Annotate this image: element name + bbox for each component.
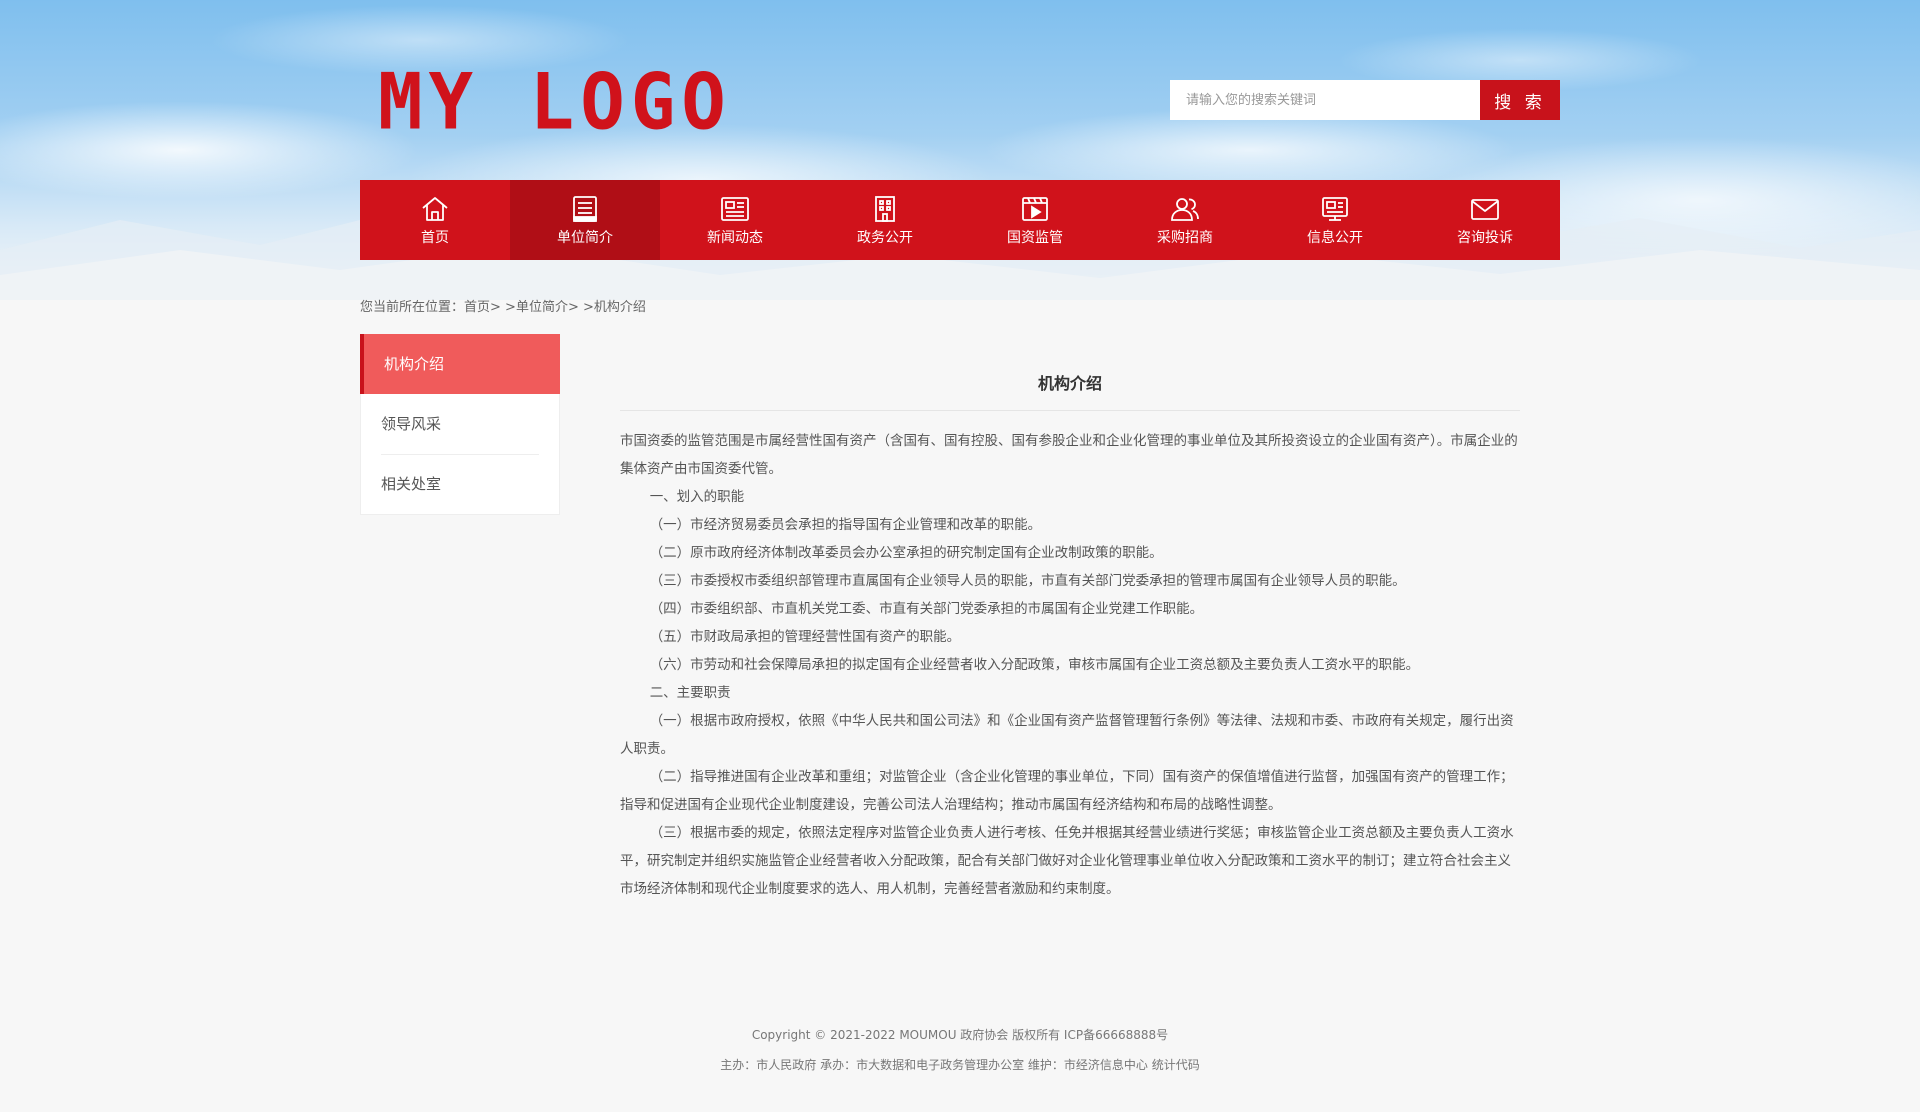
- footer-credits: 主办：市人民政府 承办：市大数据和电子政务管理办公室 维护：市经济信息中心 统计…: [720, 1058, 1200, 1072]
- breadcrumb-separator: > >: [490, 300, 516, 315]
- article-paragraph: （三）市委授权市委组织部管理市直属国有企业领导人员的职能，市直有关部门党委承担的…: [649, 573, 1406, 589]
- article-paragraph: （五）市财政局承担的管理经营性国有资产的职能。: [649, 629, 961, 645]
- nav-label: 首页: [421, 230, 449, 246]
- breadcrumb: 您当前所在位置：首页> >单位简介> >机构介绍: [360, 296, 646, 315]
- article-paragraph: （四）市委组织部、市直机关党工委、市直有关部门党委承担的市属国有企业党建工作职能…: [649, 601, 1204, 617]
- article-paragraph: （一）市经济贸易委员会承担的指导国有企业管理和改革的职能。: [649, 517, 1042, 533]
- info-board-icon: [1322, 197, 1348, 221]
- nav-item-info-disclosure[interactable]: 信息公开: [1260, 180, 1410, 260]
- breadcrumb-separator: > >: [567, 300, 594, 315]
- envelope-icon: [1471, 199, 1499, 220]
- article: 机构介绍 市国资委的监管范围是市属经营性国有资产（含国有、国有控股、国有参股企业…: [620, 370, 1520, 903]
- video-play-icon: [1022, 197, 1048, 221]
- sidebar-item-leadership[interactable]: 领导风采: [361, 394, 559, 454]
- nav-item-home[interactable]: 首页: [360, 180, 510, 260]
- nav-item-government-affairs[interactable]: 政务公开: [810, 180, 960, 260]
- sidebar: 机构介绍 领导风采 相关处室: [360, 334, 560, 515]
- article-paragraph: （六）市劳动和社会保障局承担的拟定国有企业经营者收入分配政策，审核市属国有企业工…: [649, 657, 1420, 673]
- nav-item-news[interactable]: 新闻动态: [660, 180, 810, 260]
- breadcrumb-section-link[interactable]: 单位简介: [516, 300, 568, 315]
- building-icon: [875, 196, 895, 222]
- nav-label: 政务公开: [857, 230, 913, 246]
- nav-label: 单位简介: [557, 230, 613, 246]
- search-input[interactable]: [1170, 80, 1480, 120]
- article-heading: 一、划入的职能: [649, 489, 745, 505]
- nav-item-about[interactable]: 单位简介: [510, 180, 660, 260]
- nav-label: 采购招商: [1157, 230, 1213, 246]
- newspaper-icon: [721, 197, 749, 221]
- nav-label: 咨询投诉: [1457, 230, 1513, 246]
- article-paragraph: （一）根据市政府授权，依照《中华人民共和国公司法》和《企业国有资产监督管理暂行条…: [620, 713, 1514, 757]
- nav-item-asset-supervision[interactable]: 国资监管: [960, 180, 1110, 260]
- document-list-icon: [573, 196, 597, 222]
- sidebar-item-departments[interactable]: 相关处室: [361, 454, 559, 514]
- users-icon: [1171, 198, 1199, 221]
- article-paragraph: （二）指导推进国有企业改革和重组；对监管企业（含企业化管理的事业单位，下同）国有…: [620, 769, 1514, 813]
- nav-label: 信息公开: [1307, 230, 1363, 246]
- article-heading: 二、主要职责: [649, 685, 731, 701]
- article-paragraph: 市国资委的监管范围是市属经营性国有资产（含国有、国有控股、国有参股企业和企业化管…: [620, 433, 1518, 477]
- article-body: 市国资委的监管范围是市属经营性国有资产（含国有、国有控股、国有参股企业和企业化管…: [620, 427, 1520, 903]
- page: MY LOGO 搜 索 首页 单位简介 新闻动: [0, 0, 1920, 1112]
- nav-label: 国资监管: [1007, 230, 1063, 246]
- article-title: 机构介绍: [620, 370, 1520, 411]
- nav-item-procurement[interactable]: 采购招商: [1110, 180, 1260, 260]
- nav-label: 新闻动态: [707, 230, 763, 246]
- footer: Copyright © 2021-2022 MOUMOU 政府协会 版权所有 I…: [0, 1020, 1920, 1080]
- breadcrumb-prefix: 您当前所在位置：: [360, 300, 465, 315]
- breadcrumb-home-link[interactable]: 首页: [464, 300, 490, 315]
- breadcrumb-current-link[interactable]: 机构介绍: [594, 300, 646, 315]
- main-nav: 首页 单位简介 新闻动态 政务公开 国资监管 采购招商 信息公开 咨询投诉: [360, 180, 1560, 260]
- search-button[interactable]: 搜 索: [1480, 80, 1560, 120]
- sidebar-item-org-intro[interactable]: 机构介绍: [360, 334, 560, 394]
- search-bar: 搜 索: [1170, 80, 1560, 120]
- site-logo[interactable]: MY LOGO: [378, 60, 732, 144]
- article-paragraph: （二）原市政府经济体制改革委员会办公室承担的研究制定国有企业改制政策的职能。: [649, 545, 1163, 561]
- article-paragraph: （三）根据市委的规定，依照法定程序对监管企业负责人进行考核、任免并根据其经营业绩…: [620, 825, 1514, 897]
- nav-item-consult-complaint[interactable]: 咨询投诉: [1410, 180, 1560, 260]
- home-icon: [422, 197, 448, 221]
- footer-copyright: Copyright © 2021-2022 MOUMOU 政府协会 版权所有 I…: [751, 1028, 1169, 1042]
